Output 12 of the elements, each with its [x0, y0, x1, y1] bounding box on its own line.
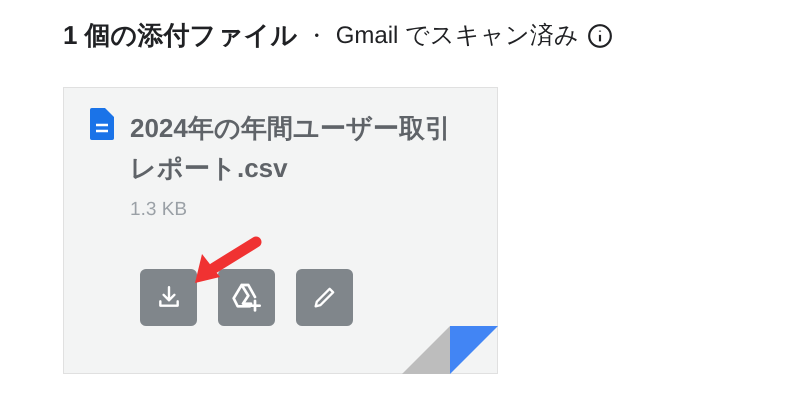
- attachment-card[interactable]: 2024年の年間ユーザー取引レポート.csv 1.3 KB: [63, 87, 498, 374]
- drive-button[interactable]: [218, 268, 275, 326]
- edit-button[interactable]: [296, 268, 353, 326]
- info-icon[interactable]: [587, 22, 614, 48]
- separator: ・: [306, 22, 328, 50]
- drive-add-icon: [230, 281, 262, 313]
- document-icon: [90, 108, 114, 140]
- file-name: 2024年の年間ユーザー取引レポート.csv: [130, 112, 452, 185]
- scan-note: Gmail でスキャン済み: [336, 20, 580, 50]
- file-size: 1.3 KB: [130, 198, 188, 222]
- download-button[interactable]: [140, 268, 197, 326]
- attachments-title: 1 個の添付ファイル: [63, 19, 298, 52]
